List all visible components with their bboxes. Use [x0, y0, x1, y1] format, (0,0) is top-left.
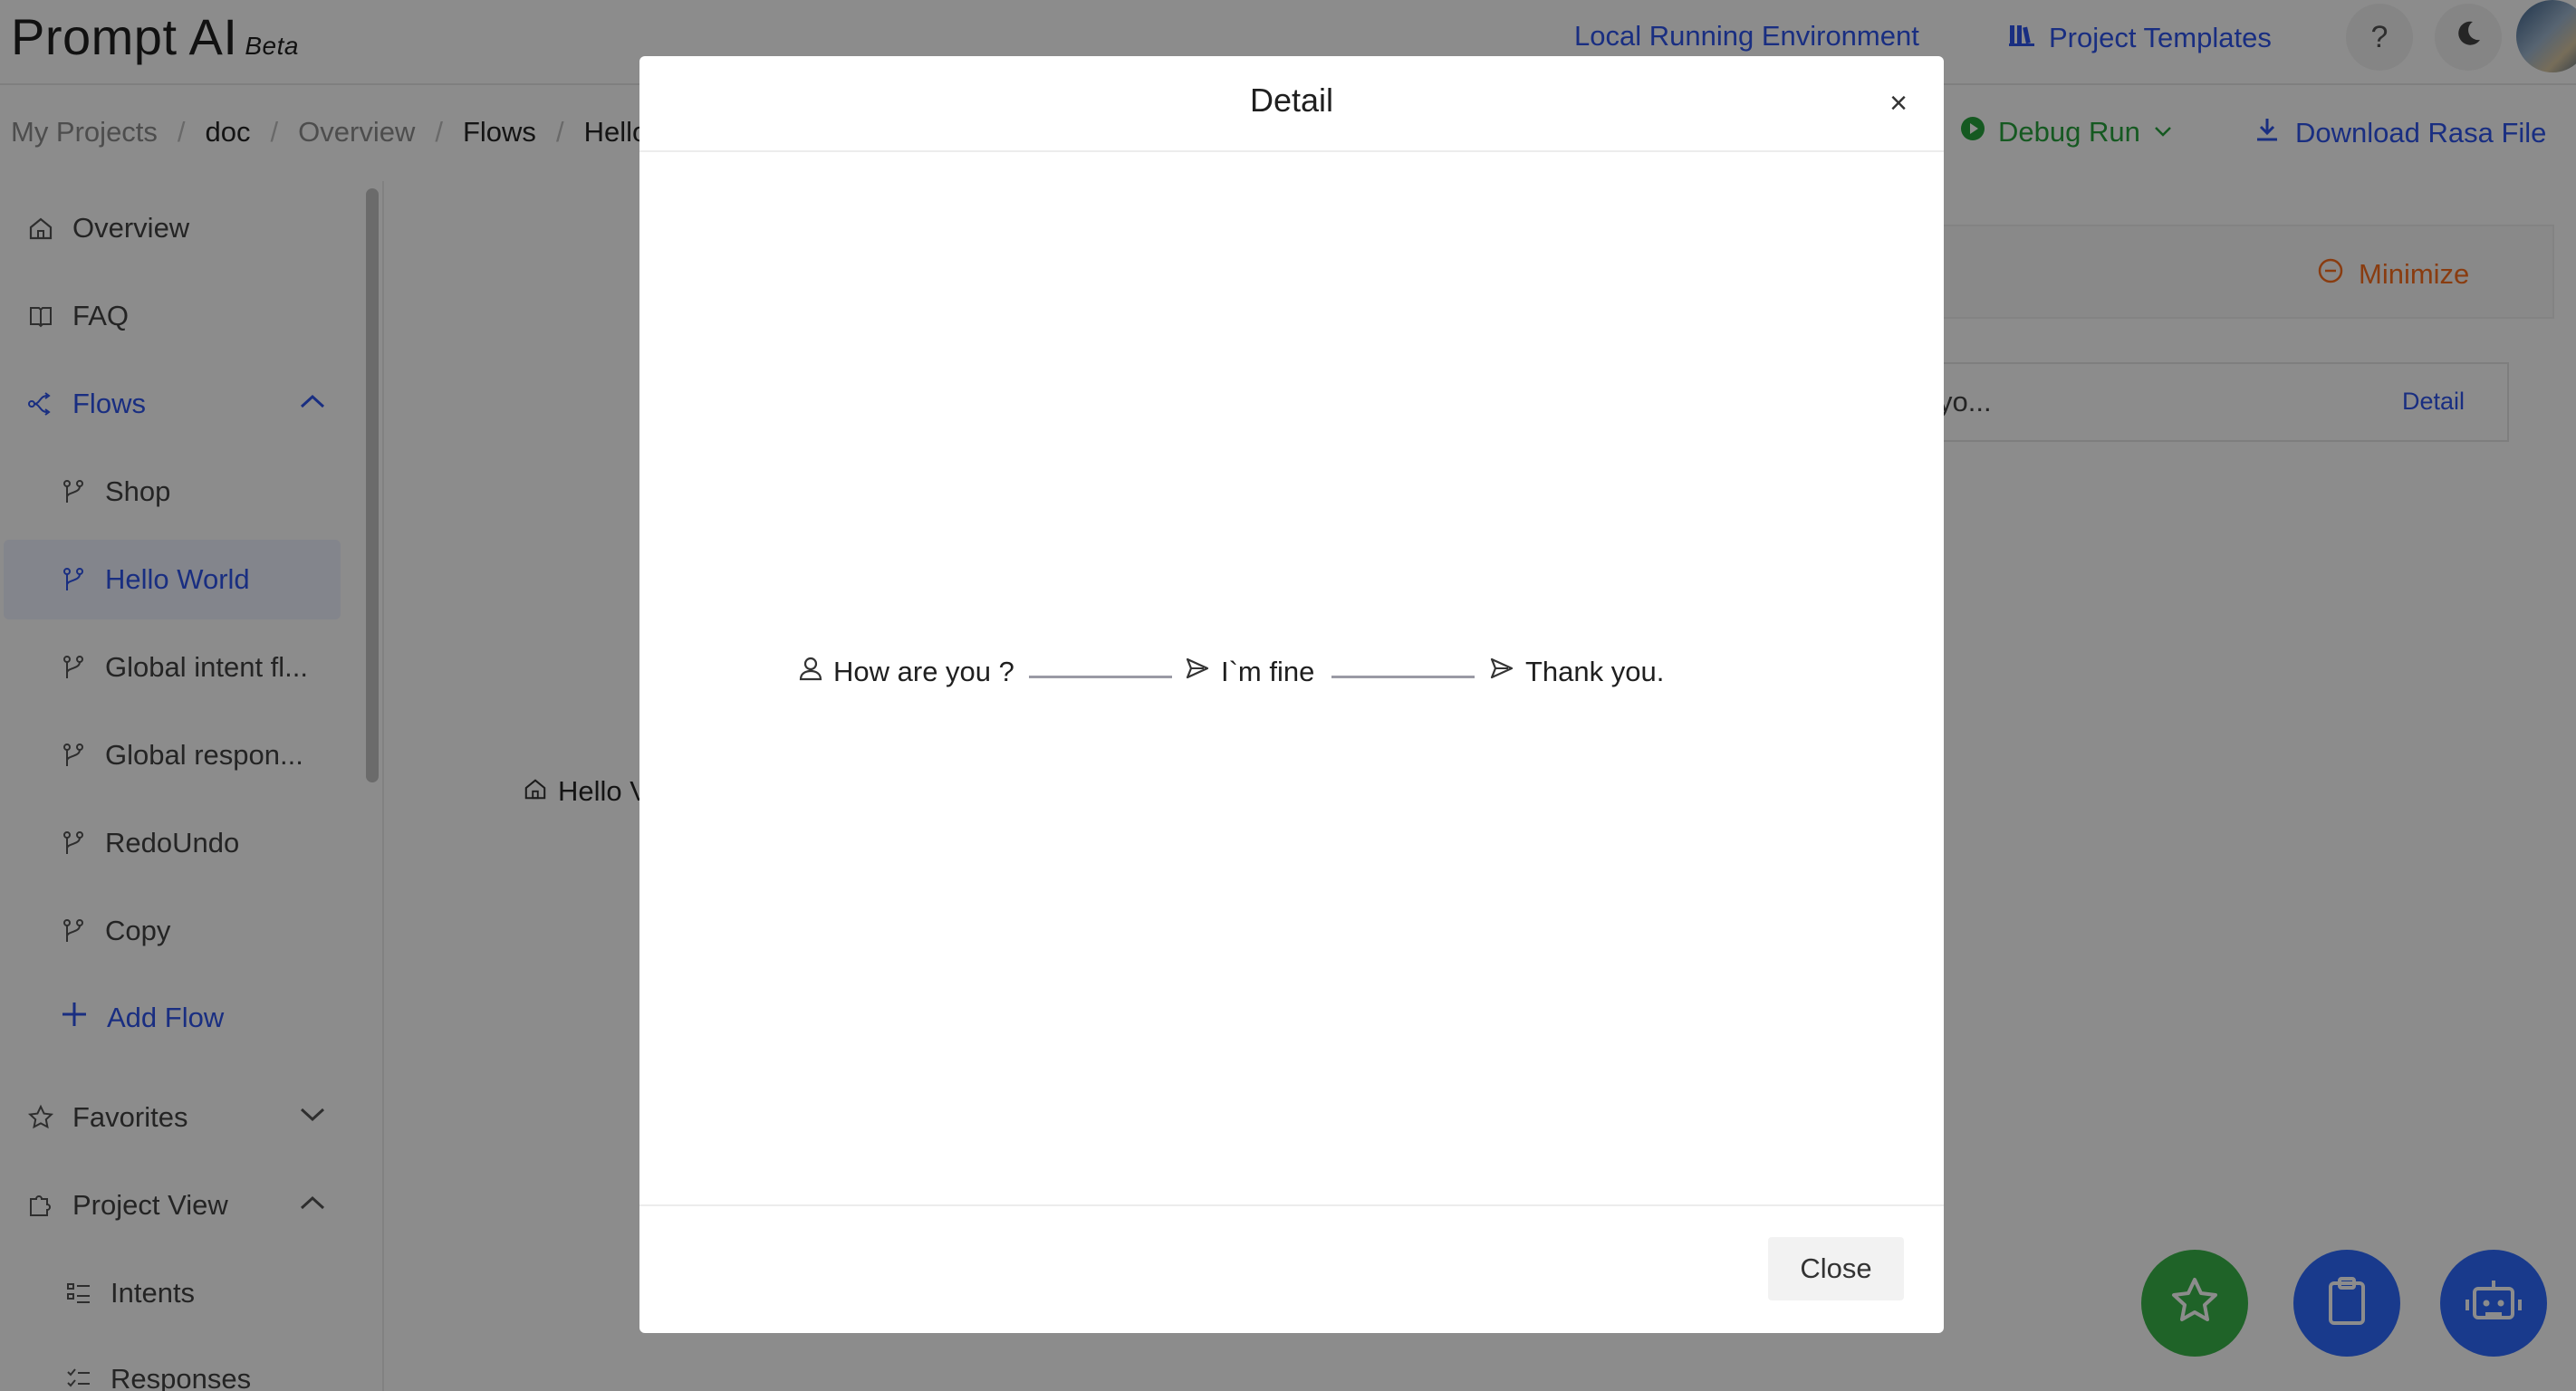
detail-modal: Detail × Close — [639, 56, 1944, 1333]
send-icon — [1489, 656, 1514, 688]
flow-step-label: I`m fine — [1221, 656, 1315, 687]
modal-footer — [639, 1204, 1944, 1333]
flow-connector — [1331, 676, 1475, 678]
flow-step-bot[interactable]: I`m fine — [1185, 656, 1314, 688]
close-button[interactable]: Close — [1768, 1237, 1904, 1300]
flow-step-user[interactable]: How are you ? — [799, 656, 1014, 688]
flow-step-label: Thank you. — [1525, 656, 1665, 687]
flow-connector — [1029, 676, 1172, 678]
modal-header: Detail × — [639, 56, 1944, 152]
flow-step-bot[interactable]: Thank you. — [1489, 656, 1664, 688]
user-icon — [799, 656, 822, 688]
send-icon — [1185, 656, 1210, 688]
close-icon[interactable]: × — [1879, 83, 1918, 123]
flow-step-label: How are you ? — [833, 656, 1014, 687]
modal-title: Detail — [1249, 82, 1334, 119]
